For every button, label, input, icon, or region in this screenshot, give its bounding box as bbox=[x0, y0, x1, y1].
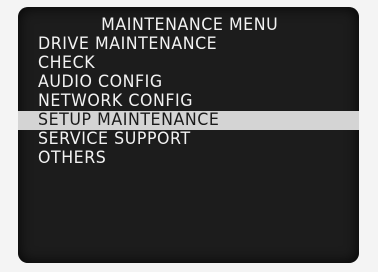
menu-item-label: OTHERS bbox=[38, 148, 107, 168]
menu-item-service-support[interactable]: SERVICE SUPPORT bbox=[18, 130, 359, 149]
menu-item-network-config[interactable]: NETWORK CONFIG bbox=[18, 92, 359, 111]
monitor-screen: MAINTENANCE MENU DRIVE MAINTENANCE CHECK… bbox=[18, 7, 359, 263]
menu-item-others[interactable]: OTHERS bbox=[18, 149, 359, 168]
menu-item-drive-maintenance[interactable]: DRIVE MAINTENANCE bbox=[18, 35, 359, 54]
menu-item-label: AUDIO CONFIG bbox=[38, 72, 163, 92]
menu-item-setup-maintenance[interactable]: SETUP MAINTENANCE bbox=[18, 111, 359, 130]
menu-item-label: SETUP MAINTENANCE bbox=[38, 110, 220, 130]
menu-item-audio-config[interactable]: AUDIO CONFIG bbox=[18, 73, 359, 92]
menu-item-check[interactable]: CHECK bbox=[18, 54, 359, 73]
menu-item-label: DRIVE MAINTENANCE bbox=[38, 34, 218, 54]
monitor-bezel: MAINTENANCE MENU DRIVE MAINTENANCE CHECK… bbox=[0, 0, 378, 272]
menu-item-label: SERVICE SUPPORT bbox=[38, 129, 191, 149]
menu-item-label: CHECK bbox=[38, 53, 96, 73]
menu-title: MAINTENANCE MENU bbox=[101, 15, 279, 35]
menu-item-label: NETWORK CONFIG bbox=[38, 91, 194, 111]
maintenance-menu-list: DRIVE MAINTENANCE CHECK AUDIO CONFIG NET… bbox=[18, 35, 359, 168]
